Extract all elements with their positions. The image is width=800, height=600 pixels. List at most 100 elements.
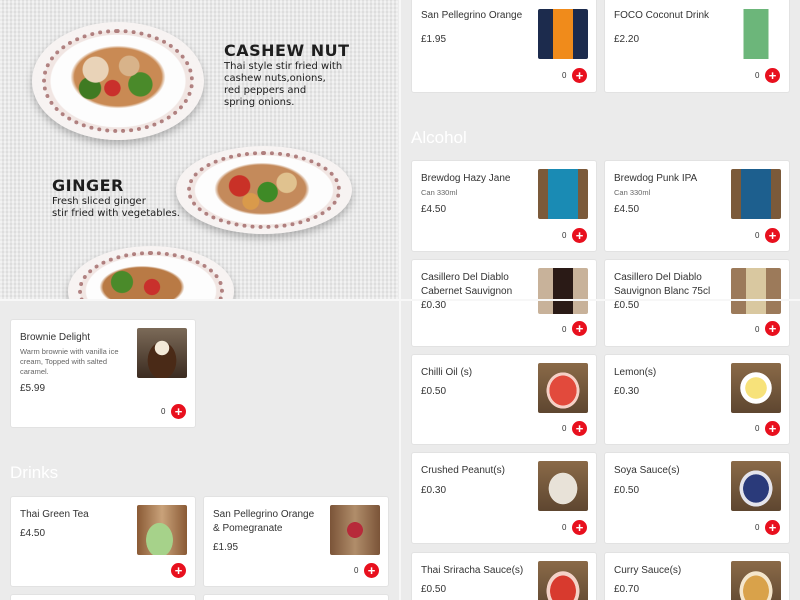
casillero-sauvignon-blanc-image [731, 268, 781, 314]
section-title-drinks: Drinks [10, 463, 59, 482]
item-quantity: 0 [354, 566, 359, 575]
plus-icon[interactable]: + [572, 520, 587, 535]
item-name: Crushed Peanut(s) [421, 465, 505, 476]
item-name: Thai Green Tea [20, 509, 89, 520]
menu-card-chilli-oil[interactable]: Chilli Oil (s) £0.50 0 + [412, 355, 596, 444]
menu-card-casillero-sauvignon-blanc[interactable]: Casillero Del Diablo Sauvignon Blanc 75c… [605, 260, 789, 346]
cashew-nut-title: CASHEW NUT [224, 41, 350, 60]
plus-icon[interactable]: + [572, 68, 587, 83]
plus-icon[interactable]: + [572, 228, 587, 243]
ginger-description: Fresh sliced ginger stir fried with vege… [52, 196, 180, 219]
san-pellegrino-orange-image [538, 9, 588, 59]
menu-card-brownie-delight[interactable]: Brownie Delight Warm brownie with vanill… [11, 320, 195, 427]
item-price: £0.70 [614, 584, 640, 595]
menu-screen: CASHEW NUT Thai style stir fried with ca… [0, 0, 800, 600]
foco-coconut-image [731, 9, 781, 59]
item-quantity: 0 [755, 231, 760, 240]
menu-card-thai-green-tea[interactable]: Thai Green Tea £4.50 + [11, 497, 195, 586]
curry-sauce-image [731, 561, 781, 600]
plus-icon[interactable]: + [765, 321, 780, 336]
item-quantity: 0 [562, 523, 567, 532]
menu-card-partial[interactable] [11, 595, 195, 600]
item-quantity: 0 [562, 424, 567, 433]
item-price: £0.50 [421, 584, 447, 595]
menu-card-san-pellegrino-orange[interactable]: San Pellegrino Orange £1.95 0 + [412, 0, 596, 92]
cashew-nut-description: Thai style stir fried with cashew nuts,o… [224, 61, 343, 108]
menu-card-crushed-peanut[interactable]: Crushed Peanut(s) £0.30 0 + [412, 453, 596, 543]
plus-icon[interactable]: + [572, 321, 587, 336]
item-price: £4.50 [421, 204, 447, 215]
item-name: Chilli Oil (s) [421, 367, 473, 378]
item-subtitle: Can 330ml [421, 188, 458, 197]
plus-icon[interactable]: + [765, 421, 780, 436]
item-price: £0.50 [421, 386, 447, 397]
item-price: £4.50 [614, 204, 640, 215]
brewdog-punk-ipa-image [731, 169, 781, 219]
san-pellegrino-pomegranate-image [330, 505, 380, 555]
item-name: FOCO Coconut Drink [614, 10, 710, 21]
menu-card-foco-coconut-drink[interactable]: FOCO Coconut Drink £2.20 0 + [605, 0, 789, 92]
brewdog-hazy-jane-image [538, 169, 588, 219]
item-name: Brownie Delight [20, 332, 91, 343]
item-quantity: 0 [755, 523, 760, 532]
item-description: Warm brownie with vanilla ice cream, Top… [20, 347, 119, 376]
menu-card-thai-sriracha-sauce[interactable]: Thai Sriracha Sauce(s) £0.50 [412, 553, 596, 600]
item-name: Soya Sauce(s) [614, 465, 680, 476]
item-price: £1.95 [421, 34, 447, 45]
item-quantity: 0 [161, 407, 166, 416]
crushed-peanut-image [538, 461, 588, 511]
plus-icon[interactable]: + [765, 228, 780, 243]
item-name: Brewdog Hazy Jane [421, 173, 511, 184]
item-quantity: 0 [755, 71, 760, 80]
item-name: Curry Sauce(s) [614, 565, 682, 576]
item-subtitle: Can 330ml [614, 188, 651, 197]
item-name: Casillero Del Diablo Sauvignon Blanc 75c… [614, 272, 711, 297]
thai-green-tea-image [137, 505, 187, 555]
item-name: Casillero Del Diablo Cabernet Sauvignon [421, 272, 513, 297]
plus-icon[interactable]: + [572, 421, 587, 436]
plus-icon[interactable]: + [171, 404, 186, 419]
menu-card-san-pellegrino-orange-pomegranate[interactable]: San Pellegrino Orange & Pomegranate £1.9… [204, 497, 388, 586]
soya-sauce-image [731, 461, 781, 511]
item-price: £0.50 [614, 300, 640, 311]
lemon-image [731, 363, 781, 413]
item-price: £0.50 [614, 485, 640, 496]
item-name: San Pellegrino Orange & Pomegranate [213, 509, 315, 534]
plus-icon[interactable]: + [171, 563, 186, 578]
ginger-title: GINGER [52, 176, 124, 195]
item-name: Lemon(s) [614, 367, 657, 378]
item-price: £5.99 [20, 383, 46, 394]
menu-card-lemon[interactable]: Lemon(s) £0.30 0 + [605, 355, 789, 444]
menu-card-curry-sauce[interactable]: Curry Sauce(s) £0.70 [605, 553, 789, 600]
item-price: £0.30 [421, 300, 447, 311]
item-price: £0.30 [421, 485, 447, 496]
item-price: £2.20 [614, 34, 640, 45]
menu-card-brewdog-punk-ipa[interactable]: Brewdog Punk IPA Can 330ml £4.50 0 + [605, 161, 789, 251]
plus-icon[interactable]: + [765, 520, 780, 535]
promo-banner-image: CASHEW NUT Thai style stir fried with ca… [0, 0, 398, 299]
item-name: San Pellegrino Orange [421, 10, 523, 21]
item-price: £1.95 [213, 542, 239, 553]
item-quantity: 0 [562, 71, 567, 80]
item-name: Thai Sriracha Sauce(s) [421, 565, 524, 576]
cashew-nut-caption: CASHEW NUT Thai style stir fried with ca… [224, 41, 349, 109]
menu-card-brewdog-hazy-jane[interactable]: Brewdog Hazy Jane Can 330ml £4.50 0 + [412, 161, 596, 251]
item-price: £0.30 [614, 386, 640, 397]
menu-card-soya-sauce[interactable]: Soya Sauce(s) £0.50 0 + [605, 453, 789, 543]
brownie-delight-image [137, 328, 187, 378]
ginger-caption: GINGER Fresh sliced ginger stir fried wi… [52, 176, 180, 220]
casillero-cabernet-image [538, 268, 588, 314]
item-quantity: 0 [562, 231, 567, 240]
menu-card-casillero-cabernet[interactable]: Casillero Del Diablo Cabernet Sauvignon … [412, 260, 596, 346]
item-name: Brewdog Punk IPA [614, 173, 698, 184]
menu-card-partial[interactable] [204, 595, 388, 600]
item-price: £4.50 [20, 528, 46, 539]
item-quantity: 0 [755, 424, 760, 433]
plus-icon[interactable]: + [765, 68, 780, 83]
item-quantity: 0 [562, 325, 567, 334]
item-quantity: 0 [755, 325, 760, 334]
section-title-alcohol: Alcohol [411, 128, 467, 147]
plus-icon[interactable]: + [364, 563, 379, 578]
chilli-oil-image [538, 363, 588, 413]
layout-divider-horizontal [0, 299, 800, 301]
